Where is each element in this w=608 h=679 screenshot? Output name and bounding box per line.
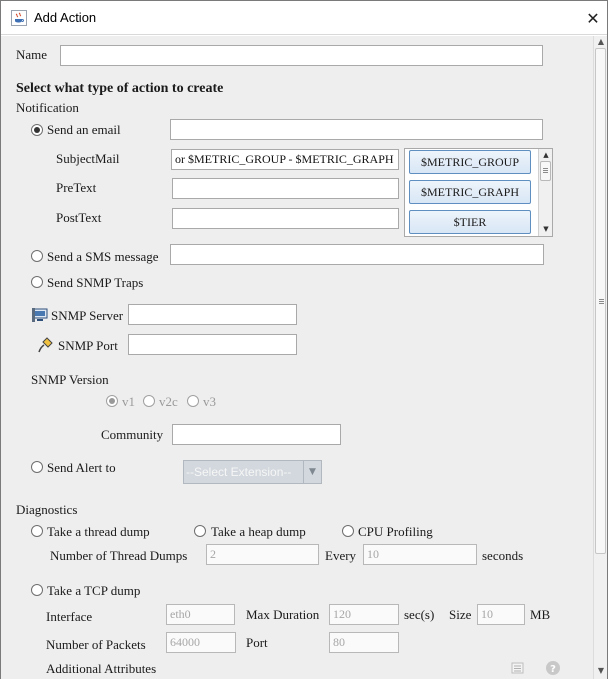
pretext-input[interactable] [172,178,399,199]
list-icon[interactable] [509,660,525,676]
thread-dump-count-label: Number of Thread Dumps [50,548,188,563]
cpu-profiling-radio[interactable] [342,525,354,537]
send-alert-radio[interactable] [31,461,43,473]
grip-line [543,172,548,173]
macro-panel-scrollbar[interactable]: ▲ ▼ [538,149,552,236]
snmp-v2c-label: v2c [159,394,178,409]
grip-line [599,299,604,300]
main-scrollbar[interactable]: ▲ ▼ [593,36,607,679]
title-bar: Add Action ✕ [1,1,607,35]
metric-group-button[interactable]: $METRIC_GROUP [409,150,531,174]
snmp-v2c-radio[interactable] [143,395,155,407]
snmp-server-input[interactable] [128,304,297,325]
diagnostics-heading: Diagnostics [16,502,78,517]
send-email-label: Send an email [47,122,121,137]
cpu-profiling-label: CPU Profiling [358,524,433,539]
sms-input[interactable] [170,244,544,265]
seconds-label: seconds [482,548,524,563]
port-label: Port [246,635,268,650]
send-sms-label: Send a SMS message [47,249,159,264]
grip-line [543,168,548,169]
chevron-down-icon[interactable]: ▼ [303,461,321,483]
secs-label: sec(s) [404,607,435,622]
dialog-content: Name Select what type of action to creat… [1,36,593,679]
snmp-v3-label: v3 [203,394,216,409]
snmp-v3-radio[interactable] [187,395,199,407]
snmp-server-label: SNMP Server [51,308,124,323]
name-label: Name [16,47,48,62]
snmp-v1-radio[interactable] [106,395,118,407]
size-input[interactable]: 10 [477,604,525,625]
section-title: Select what type of action to create [16,81,224,96]
heap-dump-radio[interactable] [194,525,206,537]
thread-dump-count-input[interactable]: 2 [206,544,319,565]
scroll-down-icon[interactable]: ▼ [541,224,551,234]
java-coffee-icon [11,10,27,26]
size-label: Size [449,607,472,622]
grip-line [599,303,604,304]
macro-panel-scroll-thumb[interactable] [540,161,551,181]
snmp-version-label: SNMP Version [31,372,109,387]
server-monitor-icon [32,308,48,322]
packets-label: Number of Packets [46,637,146,652]
scroll-up-icon[interactable]: ▲ [596,37,606,47]
email-input[interactable] [170,119,543,140]
posttext-label: PostText [56,210,102,225]
interface-input[interactable]: eth0 [166,604,235,625]
send-sms-radio[interactable] [31,250,43,262]
close-button[interactable]: ✕ [581,7,605,29]
max-duration-label: Max Duration [246,607,320,622]
add-action-dialog: Add Action ✕ Name Select what type of ac… [0,0,608,679]
name-input[interactable] [60,45,543,66]
every-input[interactable]: 10 [363,544,477,565]
every-label: Every [325,548,357,563]
port-input[interactable]: 80 [329,632,399,653]
thread-dump-label: Take a thread dump [47,524,150,539]
interface-label: Interface [46,609,93,624]
packets-input[interactable]: 64000 [166,632,236,653]
main-scroll-thumb[interactable] [595,48,606,554]
metric-graph-button[interactable]: $METRIC_GRAPH [409,180,531,204]
send-alert-label: Send Alert to [47,460,116,475]
thread-dump-radio[interactable] [31,525,43,537]
send-snmp-label: Send SNMP Traps [47,275,144,290]
scroll-down-icon[interactable]: ▼ [596,666,606,676]
grip-line [543,170,548,171]
tcp-dump-radio[interactable] [31,584,43,596]
snmp-v1-label: v1 [122,394,135,409]
community-label: Community [101,427,164,442]
subject-input[interactable]: or $METRIC_GROUP - $METRIC_GRAPH [171,149,399,170]
additional-attributes-label: Additional Attributes [46,661,157,676]
window-title: Add Action [34,10,97,25]
close-icon: ✕ [586,8,600,28]
posttext-input[interactable] [172,208,399,229]
snmp-port-input[interactable] [128,334,297,355]
pretext-label: PreText [56,180,97,195]
grip-line [599,301,604,302]
subject-label: SubjectMail [56,151,120,166]
help-icon[interactable]: ? [545,660,561,676]
plug-icon [38,337,53,353]
tcp-dump-label: Take a TCP dump [47,583,141,598]
extension-select[interactable]: --Select Extension-- ▼ [183,460,322,484]
max-duration-input[interactable]: 120 [329,604,399,625]
tier-button[interactable]: $TIER [409,210,531,234]
community-input[interactable] [172,424,341,445]
scroll-up-icon[interactable]: ▲ [541,150,551,160]
send-snmp-radio[interactable] [31,276,43,288]
send-email-radio[interactable] [31,124,43,136]
svg-text:?: ? [550,664,556,675]
snmp-port-label: SNMP Port [58,338,118,353]
heap-dump-label: Take a heap dump [211,524,306,539]
mb-label: MB [530,607,551,622]
extension-select-value: --Select Extension-- [186,465,292,479]
notification-heading: Notification [16,100,79,115]
